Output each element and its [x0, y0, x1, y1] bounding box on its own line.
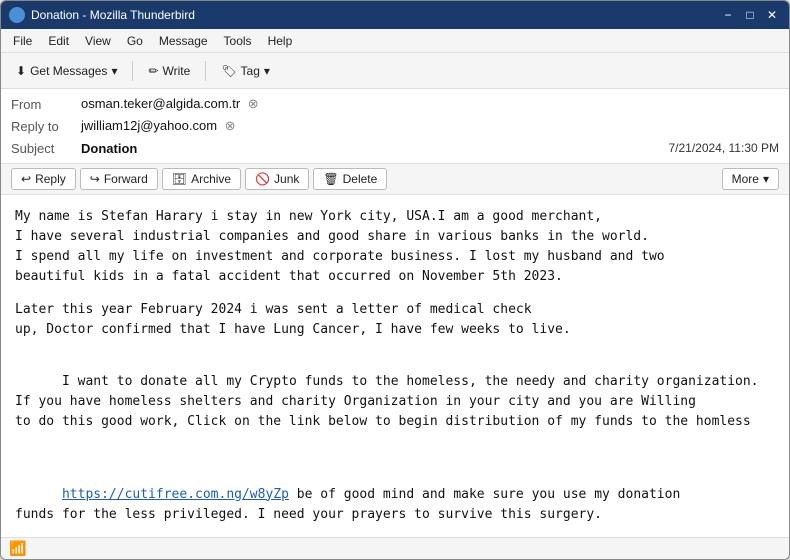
tag-label: Tag: [241, 64, 260, 78]
write-button[interactable]: ✏ Write: [139, 60, 199, 82]
forward-icon: ↪: [90, 172, 100, 186]
minimize-button[interactable]: −: [719, 6, 737, 24]
tag-button[interactable]: 🏷 Tag ▾: [212, 60, 279, 82]
menu-tools[interactable]: Tools: [216, 32, 260, 50]
reply-to-verified-icon: ⊗: [225, 118, 236, 133]
toolbar: ⬇ Get Messages ▾ ✏ Write 🏷 Tag ▾: [1, 53, 789, 89]
subject-text: Donation: [81, 141, 137, 156]
menubar: File Edit View Go Message Tools Help: [1, 29, 789, 53]
archive-icon: 🗄: [172, 172, 187, 186]
from-row: From osman.teker@algida.com.tr ⊗: [11, 93, 779, 115]
message-header: From osman.teker@algida.com.tr ⊗ Reply t…: [1, 89, 789, 164]
write-icon: ✏: [148, 64, 158, 78]
menu-file[interactable]: File: [5, 32, 40, 50]
message-date: 7/21/2024, 11:30 PM: [668, 141, 779, 155]
more-button[interactable]: More ▾: [722, 168, 779, 190]
reply-to-row: Reply to jwilliam12j@yahoo.com ⊗: [11, 115, 779, 137]
action-bar: ↩ Reply ↪ Forward 🗄 Archive 🚫 Junk 🗑 Del…: [1, 164, 789, 195]
menu-edit[interactable]: Edit: [40, 32, 77, 50]
reply-label: Reply: [35, 172, 66, 186]
from-label: From: [11, 97, 81, 112]
toolbar-separator-2: [205, 61, 206, 81]
close-button[interactable]: ✕: [763, 6, 781, 24]
forward-button[interactable]: ↪ Forward: [80, 168, 158, 190]
archive-button[interactable]: 🗄 Archive: [162, 168, 241, 190]
get-messages-icon: ⬇: [16, 64, 26, 78]
subject-row: Subject Donation 7/21/2024, 11:30 PM: [11, 137, 779, 159]
body-paragraph-1: My name is Stefan Harary i stay in new Y…: [15, 207, 775, 288]
status-wifi-icon: 📶: [9, 540, 26, 557]
subject-label: Subject: [11, 141, 81, 156]
junk-icon: 🚫: [255, 172, 270, 186]
message-body: My name is Stefan Harary i stay in new Y…: [1, 195, 789, 537]
archive-label: Archive: [191, 172, 231, 186]
window-title: Donation - Mozilla Thunderbird: [31, 8, 719, 22]
app-icon: [9, 7, 25, 23]
body-link-row: https://cutifree.com.ng/w8yZp be of good…: [15, 465, 775, 537]
reply-button[interactable]: ↩ Reply: [11, 168, 76, 190]
reply-to-value: jwilliam12j@yahoo.com ⊗: [81, 118, 779, 134]
main-window: Donation - Mozilla Thunderbird − □ ✕ Fil…: [0, 0, 790, 560]
reply-to-label: Reply to: [11, 119, 81, 134]
toolbar-separator-1: [132, 61, 133, 81]
write-label: Write: [163, 64, 191, 78]
titlebar: Donation - Mozilla Thunderbird − □ ✕: [1, 1, 789, 29]
get-messages-label: Get Messages: [30, 64, 107, 78]
reply-to-email: jwilliam12j@yahoo.com: [81, 118, 217, 133]
junk-label: Junk: [274, 172, 299, 186]
tag-icon: 🏷: [221, 64, 236, 78]
get-messages-dropdown-icon[interactable]: ▾: [111, 64, 117, 78]
donation-link[interactable]: https://cutifree.com.ng/w8yZp: [62, 487, 289, 502]
get-messages-button[interactable]: ⬇ Get Messages ▾: [7, 60, 126, 82]
body-paragraph-3: I want to donate all my Crypto funds to …: [15, 352, 775, 453]
body-paragraph-3-text: I want to donate all my Crypto funds to …: [15, 374, 759, 429]
menu-view[interactable]: View: [77, 32, 119, 50]
more-dropdown-icon: ▾: [763, 172, 769, 186]
statusbar: 📶: [1, 537, 789, 559]
maximize-button[interactable]: □: [741, 6, 759, 24]
from-verified-icon: ⊗: [248, 96, 259, 111]
forward-label: Forward: [104, 172, 148, 186]
more-label: More: [732, 172, 759, 186]
body-paragraph-2: Later this year February 2024 i was sent…: [15, 300, 775, 340]
tag-dropdown-icon[interactable]: ▾: [264, 64, 270, 78]
delete-button[interactable]: 🗑 Delete: [313, 168, 387, 190]
delete-label: Delete: [343, 172, 378, 186]
from-email: osman.teker@algida.com.tr: [81, 96, 240, 111]
reply-icon: ↩: [21, 172, 31, 186]
subject-value: Donation: [81, 141, 668, 156]
junk-button[interactable]: 🚫 Junk: [245, 168, 309, 190]
delete-icon: 🗑: [323, 172, 338, 186]
menu-go[interactable]: Go: [119, 32, 151, 50]
from-value: osman.teker@algida.com.tr ⊗: [81, 96, 779, 112]
window-controls: − □ ✕: [719, 6, 781, 24]
menu-help[interactable]: Help: [260, 32, 301, 50]
menu-message[interactable]: Message: [151, 32, 216, 50]
